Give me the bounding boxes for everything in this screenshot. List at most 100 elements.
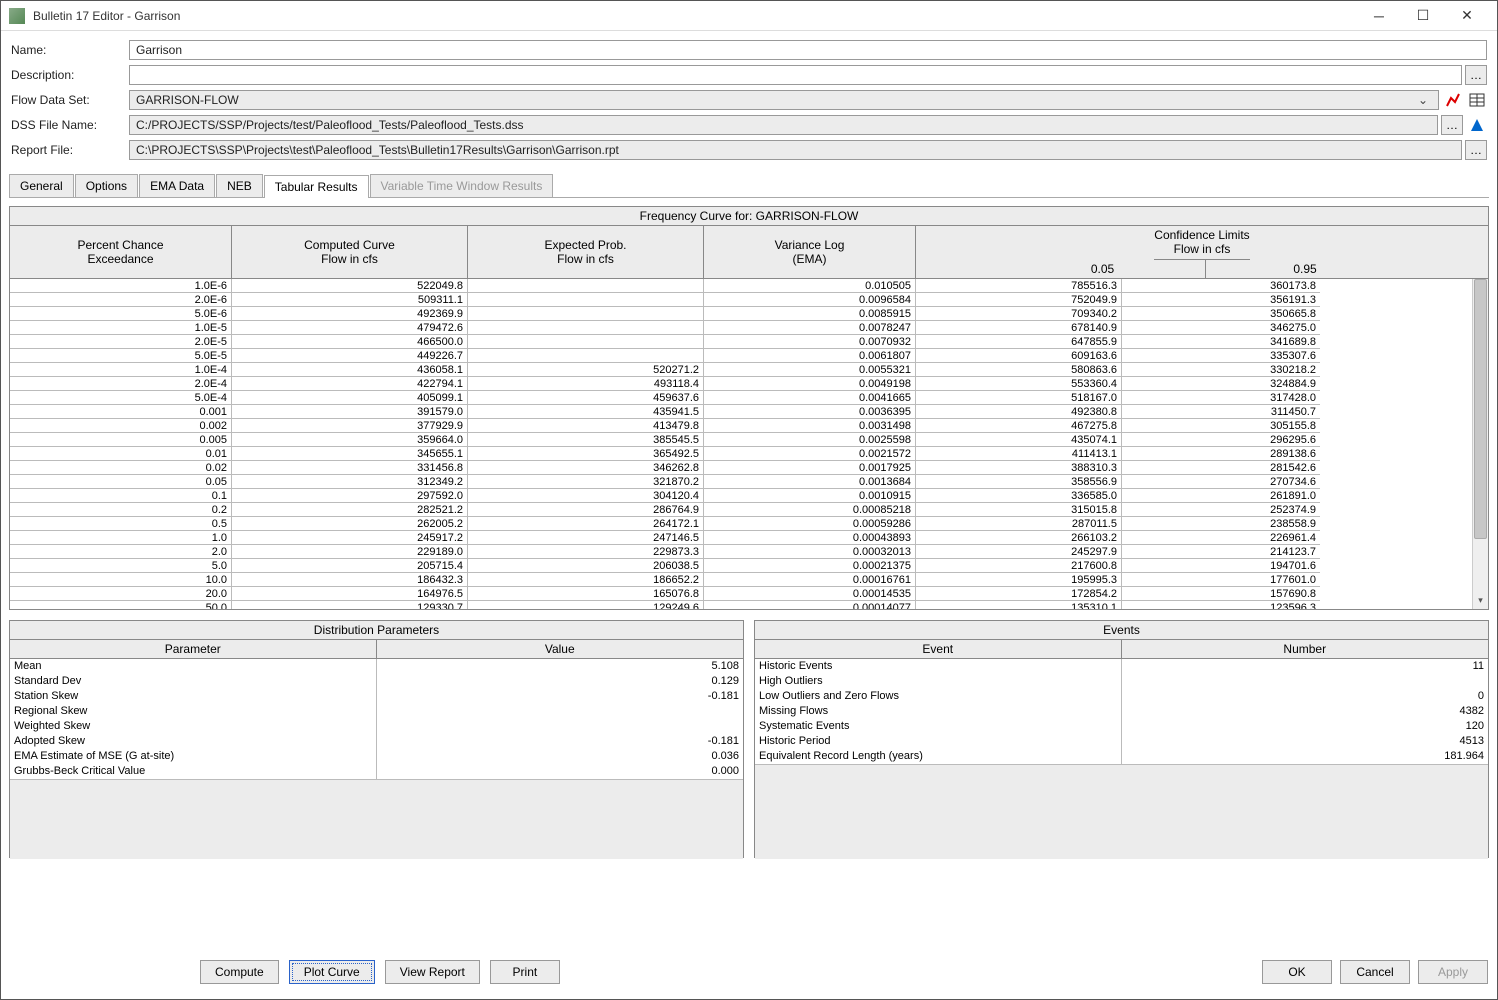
frequency-table-body[interactable]: 1.0E-6522049.80.010505785516.3360173.82.… [10,279,1472,609]
close-button[interactable]: ✕ [1445,1,1489,31]
tab-content: Frequency Curve for: GARRISON-FLOW Perce… [1,198,1497,866]
minimize-button[interactable]: ─ [1357,1,1401,31]
print-button[interactable]: Print [490,960,560,984]
col-conf-095: 0.95 [1206,260,1404,278]
table-row: Regional Skew [10,704,743,719]
table-row: EMA Estimate of MSE (G at-site)0.036 [10,749,743,764]
table-row[interactable]: 5.0205715.4206038.50.00021375217600.8194… [10,559,1472,573]
app-icon [9,8,25,24]
table-row: Historic Events11 [755,659,1488,674]
col-variance-log: Variance Log(EMA) [704,226,916,278]
flowset-label: Flow Data Set: [11,93,129,107]
compute-button[interactable]: Compute [200,960,279,984]
form-area: Name: Garrison Description: … Flow Data … [1,31,1497,168]
plot-blue-icon[interactable] [1467,115,1487,135]
table-row[interactable]: 0.005359664.0385545.50.0025598435074.129… [10,433,1472,447]
window-title: Bulletin 17 Editor - Garrison [33,9,1357,23]
distribution-parameters-panel: Distribution Parameters Parameter Value … [9,620,744,858]
col-percent-chance: Percent ChanceExceedance [10,226,232,278]
table-row[interactable]: 0.001391579.0435941.50.0036395492380.831… [10,405,1472,419]
cancel-button[interactable]: Cancel [1340,960,1410,984]
table-row[interactable]: 1.0245917.2247146.50.00043893266103.2226… [10,531,1472,545]
table-row: Weighted Skew [10,719,743,734]
table-row[interactable]: 0.05312349.2321870.20.0013684358556.9270… [10,475,1472,489]
table-row[interactable]: 2.0E-6509311.10.0096584752049.9356191.3 [10,293,1472,307]
tab-options[interactable]: Options [75,174,138,197]
button-bar: Compute Plot Curve View Report Print OK … [0,954,1498,990]
events-title: Events [755,621,1488,640]
tab-general[interactable]: General [9,174,74,197]
table-row[interactable]: 0.2282521.2286764.90.00085218315015.8252… [10,503,1472,517]
table-row: Standard Dev0.129 [10,674,743,689]
frequency-table-title: Frequency Curve for: GARRISON-FLOW [10,207,1488,226]
table-row[interactable]: 1.0E-6522049.80.010505785516.3360173.8 [10,279,1472,293]
table-row[interactable]: 50.0129330.7129249.60.00014077135310.112… [10,601,1472,609]
table-row[interactable]: 0.01345655.1365492.50.0021572411413.1289… [10,447,1472,461]
dist-title: Distribution Parameters [10,621,743,640]
reportfile-label: Report File: [11,143,129,157]
scrollbar-thumb[interactable] [1474,279,1487,539]
apply-button: Apply [1418,960,1488,984]
events-body: Historic Events11High OutliersLow Outlie… [755,659,1488,859]
flowset-dropdown[interactable]: GARRISON-FLOW ⌄ [129,90,1439,110]
table-row[interactable]: 1.0E-5479472.60.0078247678140.9346275.0 [10,321,1472,335]
table-row[interactable]: 5.0E-6492369.90.0085915709340.2350665.8 [10,307,1472,321]
table-row[interactable]: 2.0E-4422794.1493118.40.0049198553360.43… [10,377,1472,391]
table-row[interactable]: 1.0E-4436058.1520271.20.0055321580863.63… [10,363,1472,377]
reportfile-browse-button[interactable]: … [1465,140,1487,160]
table-row[interactable]: 0.1297592.0304120.40.0010915336585.02618… [10,489,1472,503]
dssfile-label: DSS File Name: [11,118,129,132]
tab-bar: General Options EMA Data NEB Tabular Res… [9,174,1489,198]
table-row[interactable]: 10.0186432.3186652.20.00016761195995.317… [10,573,1472,587]
description-browse-button[interactable]: … [1465,65,1487,85]
table-row: Low Outliers and Zero Flows0 [755,689,1488,704]
table-row[interactable]: 20.0164976.5165076.80.00014535172854.215… [10,587,1472,601]
table-row[interactable]: 5.0E-4405099.1459637.60.0041665518167.03… [10,391,1472,405]
vertical-scrollbar[interactable]: ▾ [1472,279,1488,609]
dist-body: Mean5.108Standard Dev0.129Station Skew-0… [10,659,743,859]
dist-col-value: Value [377,640,744,658]
titlebar: Bulletin 17 Editor - Garrison ─ ☐ ✕ [1,1,1497,31]
col-expected-prob: Expected Prob.Flow in cfs [468,226,704,278]
view-report-button[interactable]: View Report [385,960,480,984]
events-col-number: Number [1122,640,1489,658]
description-label: Description: [11,68,129,82]
maximize-button[interactable]: ☐ [1401,1,1445,31]
table-icon[interactable] [1467,90,1487,110]
tab-ema-data[interactable]: EMA Data [139,174,215,197]
dist-col-parameter: Parameter [10,640,377,658]
reportfile-field: C:\PROJECTS\SSP\Projects\test\Paleoflood… [129,140,1462,160]
tab-tabular-results[interactable]: Tabular Results [264,175,369,198]
ok-button[interactable]: OK [1262,960,1332,984]
table-row[interactable]: 0.002377929.9413479.80.0031498467275.830… [10,419,1472,433]
chevron-down-icon: ⌄ [1414,93,1432,107]
table-row[interactable]: 5.0E-5449226.70.0061807609163.6335307.6 [10,349,1472,363]
plot-curve-button[interactable]: Plot Curve [289,960,375,984]
table-row: Station Skew-0.181 [10,689,743,704]
col-conf-005: 0.05 [1000,260,1206,278]
table-row: Systematic Events120 [755,719,1488,734]
description-input[interactable] [129,65,1462,85]
plot-red-icon[interactable] [1443,90,1463,110]
table-row: Adopted Skew-0.181 [10,734,743,749]
table-row[interactable]: 0.02331456.8346262.80.0017925388310.3281… [10,461,1472,475]
frequency-table: Frequency Curve for: GARRISON-FLOW Perce… [9,206,1489,610]
dssfile-field: C:/PROJECTS/SSP/Projects/test/Paleoflood… [129,115,1438,135]
dssfile-browse-button[interactable]: … [1441,115,1463,135]
events-panel: Events Event Number Historic Events11Hig… [754,620,1489,858]
events-col-event: Event [755,640,1122,658]
name-label: Name: [11,43,129,57]
name-input[interactable]: Garrison [129,40,1487,60]
table-row: High Outliers [755,674,1488,689]
tab-neb[interactable]: NEB [216,174,263,197]
scroll-down-icon[interactable]: ▾ [1473,595,1488,609]
table-row[interactable]: 2.0E-5466500.00.0070932647855.9341689.8 [10,335,1472,349]
table-row[interactable]: 2.0229189.0229873.30.00032013245297.9214… [10,545,1472,559]
table-row: Historic Period4513 [755,734,1488,749]
table-row: Mean5.108 [10,659,743,674]
col-computed-curve: Computed CurveFlow in cfs [232,226,468,278]
table-row: Missing Flows4382 [755,704,1488,719]
tab-variable-time-window: Variable Time Window Results [370,174,554,197]
table-row: Grubbs-Beck Critical Value0.000 [10,764,743,779]
table-row[interactable]: 0.5262005.2264172.10.00059286287011.5238… [10,517,1472,531]
